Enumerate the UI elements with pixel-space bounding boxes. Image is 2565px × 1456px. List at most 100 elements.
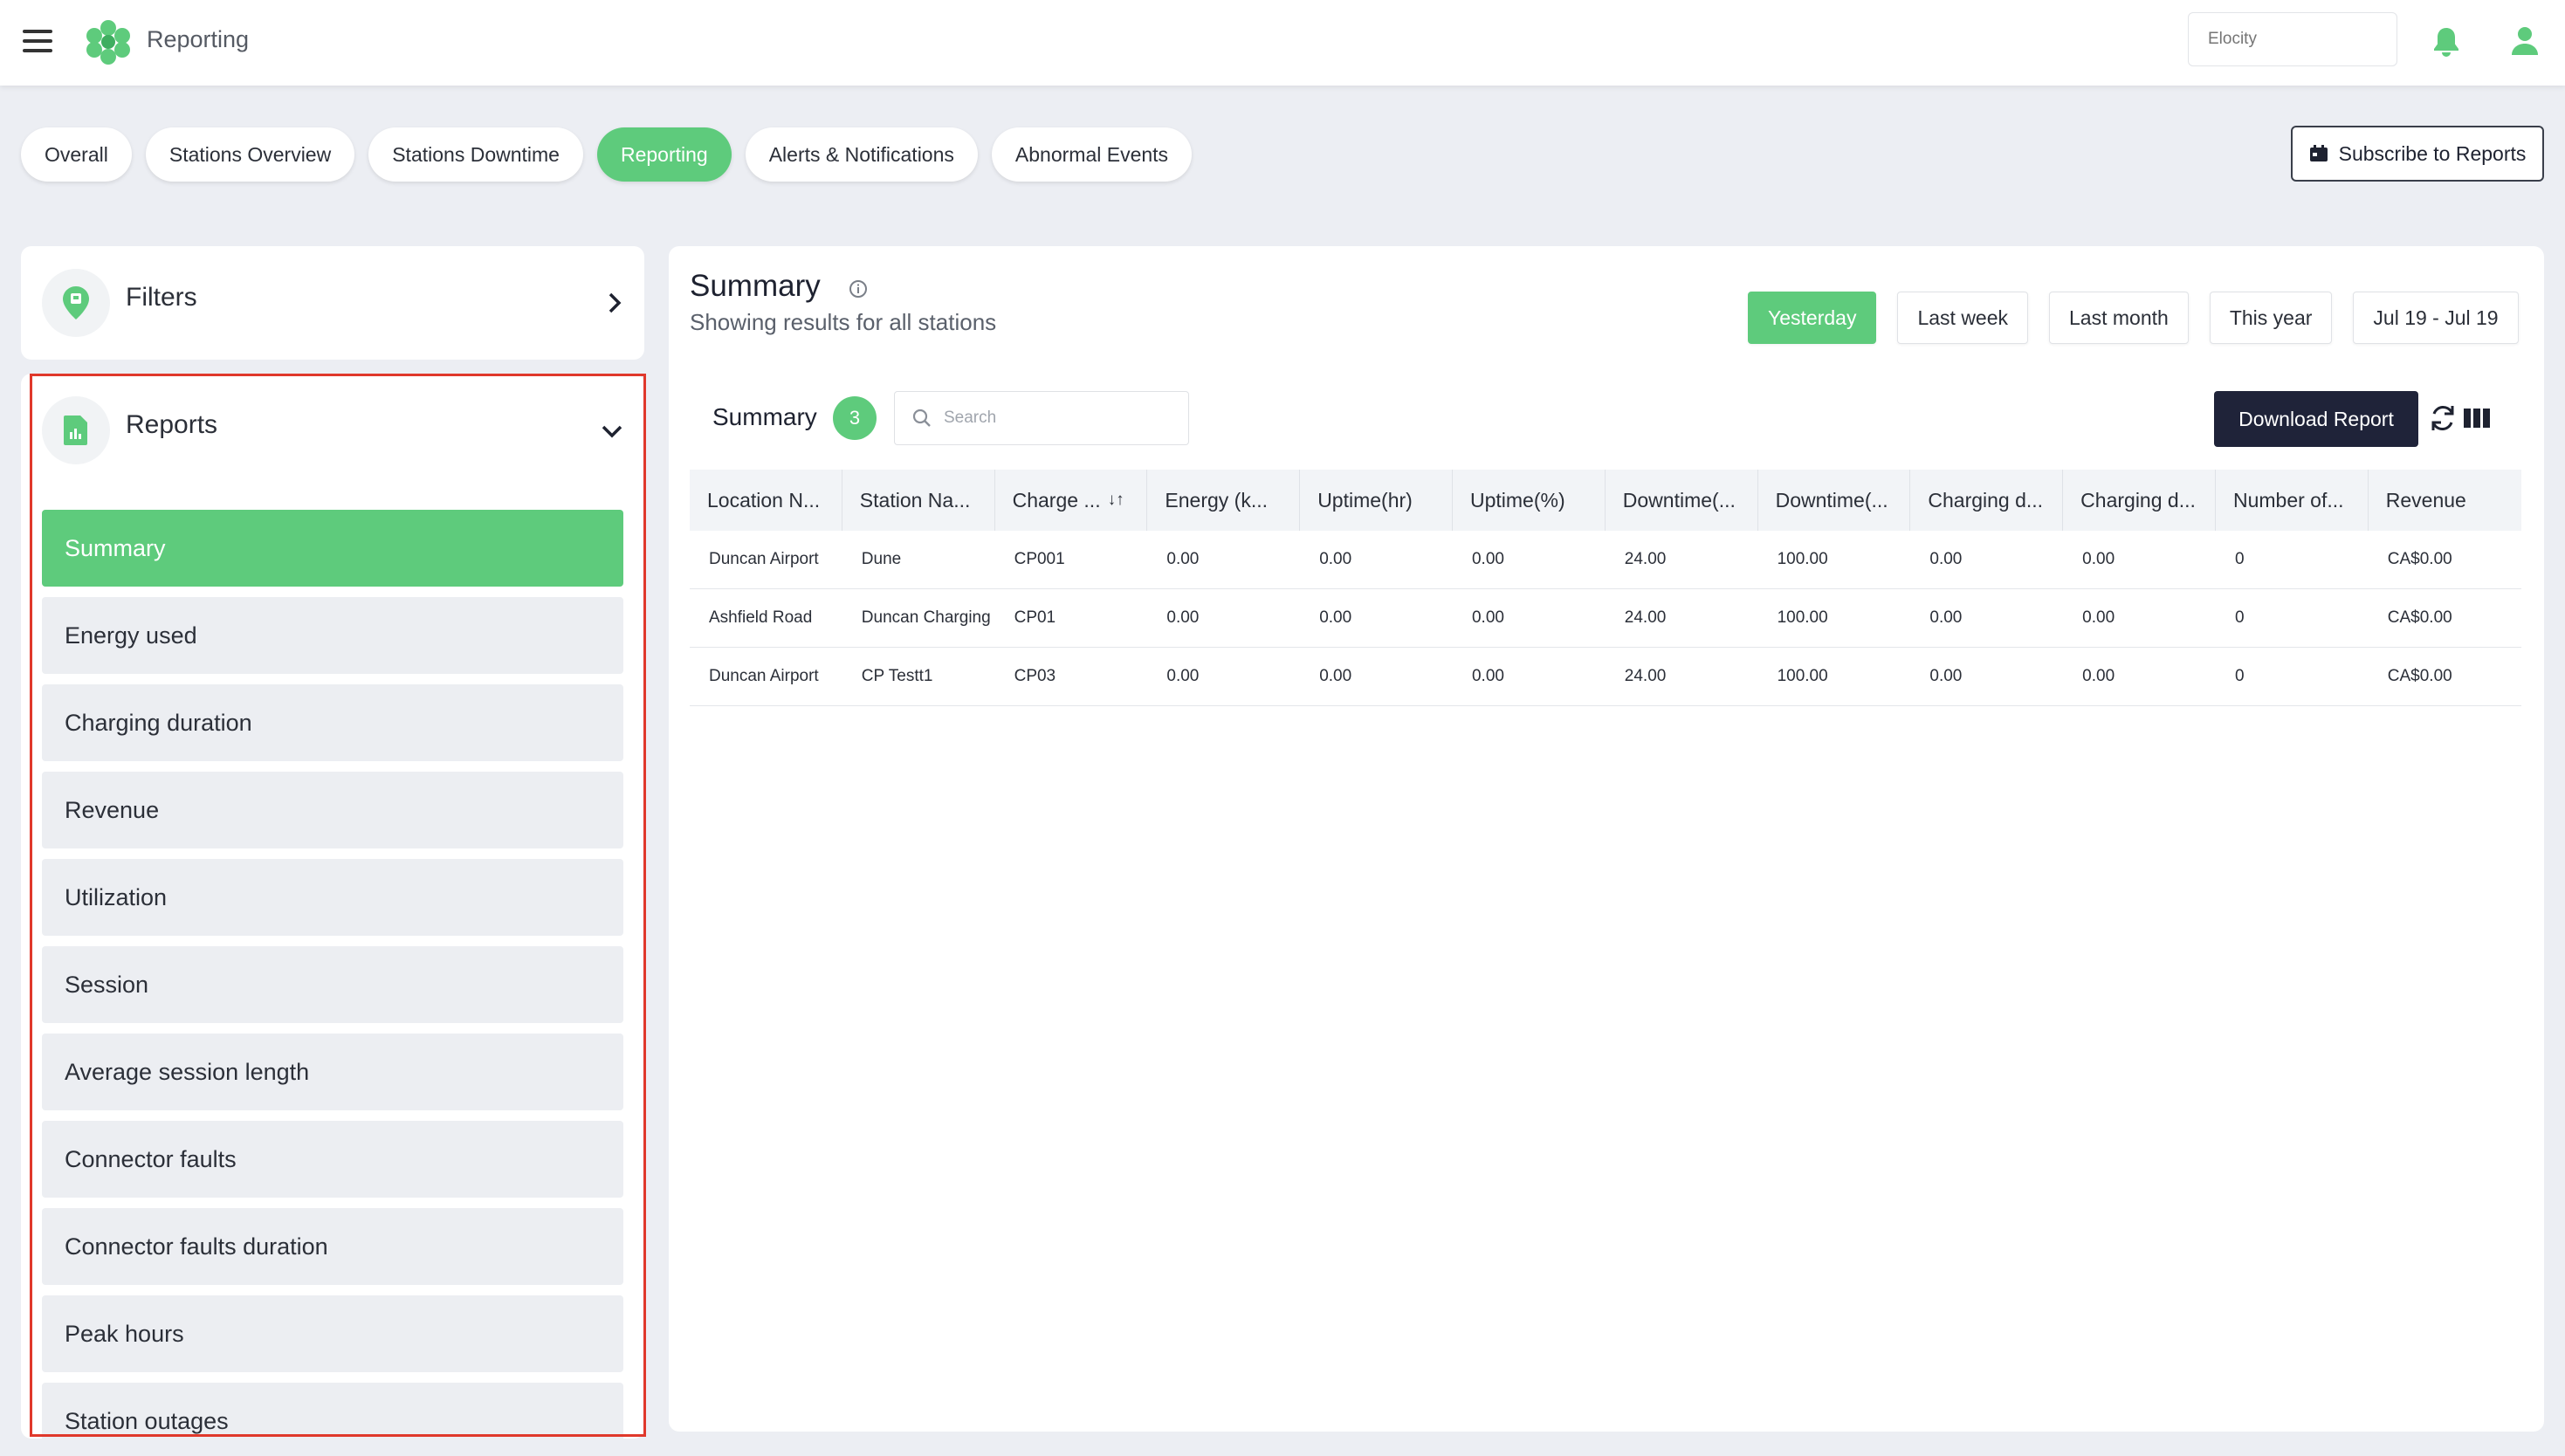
report-item-peak-hours[interactable]: Peak hours: [42, 1295, 623, 1372]
table-cell: 0.00: [1471, 550, 1504, 568]
column-header[interactable]: Downtime(...: [1606, 470, 1758, 531]
table-row[interactable]: Ashfield Road Duncan Charging CP01 0.00 …: [690, 589, 2521, 648]
table-cell: 0.00: [1319, 550, 1352, 568]
column-header[interactable]: Location N...: [690, 470, 842, 531]
column-header[interactable]: Charge ... ↓↑: [995, 470, 1148, 531]
column-header-label: Location N...: [707, 488, 821, 512]
table-cell: 0.00: [1166, 608, 1200, 627]
range-yesterday-button[interactable]: Yesterday: [1748, 292, 1877, 344]
report-document-icon: [64, 416, 87, 445]
column-header-label: Uptime(%): [1469, 488, 1565, 512]
nav-tabs: Overall Stations Overview Stations Downt…: [21, 127, 1193, 182]
report-item-utilization[interactable]: Utilization: [42, 859, 623, 936]
column-header-label: Number of...: [2232, 488, 2344, 512]
table-cell: 0.00: [1929, 550, 1963, 568]
column-header[interactable]: Uptime(%): [1453, 470, 1606, 531]
app-title: Reporting: [147, 26, 250, 52]
range-this-year-button[interactable]: This year: [2209, 292, 2333, 344]
tab-stations-downtime[interactable]: Stations Downtime: [368, 127, 583, 182]
table-cell: Duncan Airport: [709, 550, 819, 568]
column-header-label: Uptime(hr): [1317, 488, 1413, 512]
chevron-down-icon[interactable]: [601, 424, 623, 438]
table-cell: 100.00: [1777, 608, 1828, 627]
bell-icon[interactable]: [2432, 26, 2460, 58]
tab-reporting[interactable]: Reporting: [596, 127, 732, 182]
report-item-revenue[interactable]: Revenue: [42, 772, 623, 848]
download-report-button[interactable]: Download Report: [2214, 391, 2418, 447]
report-item-charging-duration[interactable]: Charging duration: [42, 684, 623, 761]
column-header-label: Revenue: [2385, 488, 2466, 512]
column-header[interactable]: Charging d...: [1910, 470, 2064, 531]
sort-icon[interactable]: ↓↑: [1108, 491, 1124, 510]
table-row[interactable]: Duncan Airport Dune CP001 0.00 0.00 0.00…: [690, 531, 2521, 589]
tab-alerts-notifications[interactable]: Alerts & Notifications: [745, 127, 978, 182]
table-header-row: Location N... Station Na... Charge ... ↓↑…: [690, 470, 2521, 531]
column-header-label: Downtime(...: [1622, 488, 1736, 512]
filters-title: Filters: [126, 283, 197, 312]
range-last-month-button[interactable]: Last month: [2049, 292, 2189, 344]
table-cell: 0.00: [2082, 608, 2115, 627]
report-item-station-outages[interactable]: Station outages: [42, 1383, 623, 1439]
table-row[interactable]: Duncan Airport CP Testt1 CP03 0.00 0.00 …: [690, 648, 2521, 706]
report-item-average-session-length[interactable]: Average session length: [42, 1034, 623, 1110]
reports-icon-wrap: [42, 396, 110, 464]
column-header[interactable]: Revenue: [2369, 470, 2521, 531]
subscribe-label: Subscribe to Reports: [2338, 141, 2527, 165]
column-header-label: Charging d...: [1928, 488, 2044, 512]
columns-icon[interactable]: [2464, 407, 2490, 429]
search-input[interactable]: [944, 409, 1171, 428]
table-cell: 0.00: [1929, 667, 1963, 685]
tab-stations-overview[interactable]: Stations Overview: [145, 127, 355, 182]
report-item-session[interactable]: Session: [42, 946, 623, 1023]
range-last-week-button[interactable]: Last week: [1897, 292, 2029, 344]
report-item-connector-faults[interactable]: Connector faults: [42, 1121, 623, 1198]
menu-icon[interactable]: [23, 30, 52, 54]
info-icon[interactable]: [849, 279, 868, 299]
date-range-picker[interactable]: Jul 19 - Jul 19: [2353, 292, 2519, 344]
table-search[interactable]: [894, 391, 1189, 445]
row-count-badge: 3: [833, 396, 877, 440]
table-cell: Ashfield Road: [709, 608, 813, 627]
column-header[interactable]: Energy (k...: [1147, 470, 1301, 531]
location-pin-icon: [63, 286, 89, 319]
table-cell: CA$0.00: [2387, 608, 2452, 627]
table-cell: 0.00: [1319, 608, 1352, 627]
table-cell: 0.00: [1929, 608, 1963, 627]
table-cell: Duncan Airport: [709, 667, 819, 685]
refresh-icon[interactable]: [2429, 403, 2457, 433]
table-cell: 0.00: [1471, 667, 1504, 685]
column-header[interactable]: Uptime(hr): [1300, 470, 1453, 531]
report-item-summary[interactable]: Summary: [42, 510, 623, 587]
table-cell: CA$0.00: [2387, 667, 2452, 685]
chevron-right-icon[interactable]: [608, 292, 622, 314]
table-cell: 0.00: [1471, 608, 1504, 627]
filter-icon-wrap: [42, 269, 110, 337]
report-type-list: Summary Energy used Charging duration Re…: [42, 510, 623, 1439]
date-range-group: Yesterday Last week Last month This year…: [1748, 292, 2519, 344]
column-header[interactable]: Downtime(...: [1758, 470, 1911, 531]
table-cell: 0.00: [2082, 550, 2115, 568]
tab-abnormal-events[interactable]: Abnormal Events: [991, 127, 1193, 182]
tab-overall[interactable]: Overall: [21, 127, 132, 182]
table-cell: CP001: [1014, 550, 1065, 568]
column-header[interactable]: Station Na...: [842, 470, 995, 531]
table-cell: 0.00: [2082, 667, 2115, 685]
column-header-label: Energy (k...: [1165, 488, 1268, 512]
table-cell: 0: [2234, 608, 2245, 627]
top-bar: Reporting: [0, 0, 2565, 86]
subscribe-button[interactable]: Subscribe to Reports: [2291, 126, 2544, 182]
logo-icon: [86, 20, 130, 65]
table-cell: CP Testt1: [861, 667, 933, 685]
table-cell: CP03: [1014, 667, 1056, 685]
column-header[interactable]: Number of...: [2216, 470, 2369, 531]
column-header-label: Downtime(...: [1775, 488, 1888, 512]
tenant-selector[interactable]: [2188, 12, 2397, 66]
table-cell: CP01: [1014, 608, 1056, 627]
column-header[interactable]: Charging d...: [2063, 470, 2216, 531]
report-item-energy-used[interactable]: Energy used: [42, 597, 623, 674]
table-cell: 0.00: [1319, 667, 1352, 685]
report-item-connector-faults-duration[interactable]: Connector faults duration: [42, 1208, 623, 1285]
filters-panel[interactable]: Filters: [21, 246, 644, 360]
table-cell: 0: [2234, 667, 2245, 685]
user-icon[interactable]: [2511, 26, 2539, 56]
